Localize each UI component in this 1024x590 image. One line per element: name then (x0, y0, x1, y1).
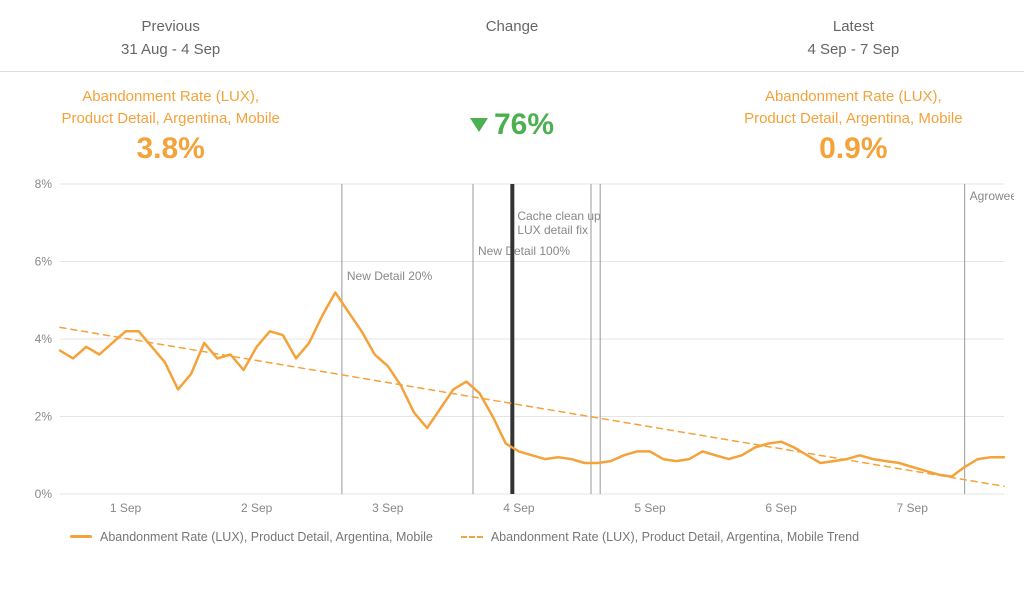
legend-trend-label: Abandonment Rate (LUX), Product Detail, … (491, 530, 859, 544)
legend-swatch-solid (70, 535, 92, 538)
metric-change-value: 76% (494, 108, 554, 142)
svg-text:8%: 8% (35, 177, 53, 191)
metric-previous-label2: Product Detail, Argentina, Mobile (0, 108, 341, 130)
metric-previous-value: 3.8% (0, 132, 341, 166)
header-previous-range: 31 Aug - 4 Sep (0, 39, 341, 62)
svg-text:5 Sep: 5 Sep (634, 501, 666, 515)
legend-series: Abandonment Rate (LUX), Product Detail, … (70, 530, 433, 544)
metric-latest: Abandonment Rate (LUX), Product Detail, … (683, 86, 1024, 166)
svg-text:New Detail 100%: New Detail 100% (478, 244, 570, 258)
svg-text:4 Sep: 4 Sep (503, 501, 535, 515)
chart: 0% 2% 4% 6% 8% 1 Sep 2 Sep 3 Sep 4 Sep 5 Sep 6 Sep… (10, 174, 1014, 524)
header-latest-range: 4 Sep - 7 Sep (683, 39, 1024, 62)
svg-text:7 Sep: 7 Sep (897, 501, 929, 515)
header-change-label: Change (341, 16, 682, 39)
metric-row: Abandonment Rate (LUX), Product Detail, … (0, 72, 1024, 174)
arrow-down-icon (470, 118, 488, 132)
svg-text:3 Sep: 3 Sep (372, 501, 404, 515)
svg-text:0%: 0% (35, 487, 53, 501)
svg-text:Agroweek: Agroweek (970, 189, 1014, 203)
metric-latest-label1: Abandonment Rate (LUX), (683, 86, 1024, 108)
header-latest: Latest 4 Sep - 7 Sep (683, 16, 1024, 61)
metric-latest-label2: Product Detail, Argentina, Mobile (683, 108, 1024, 130)
svg-text:New Detail 20%: New Detail 20% (347, 269, 433, 283)
metric-previous-label1: Abandonment Rate (LUX), (0, 86, 341, 108)
svg-text:Cache clean up: Cache clean up (517, 209, 601, 223)
chart-svg: 0% 2% 4% 6% 8% 1 Sep 2 Sep 3 Sep 4 Sep 5 Sep 6 Sep… (10, 174, 1014, 524)
header-row: Previous 31 Aug - 4 Sep Change Latest 4 … (0, 10, 1024, 72)
legend-trend: Abandonment Rate (LUX), Product Detail, … (461, 530, 859, 544)
legend-swatch-dashed (461, 536, 483, 538)
legend: Abandonment Rate (LUX), Product Detail, … (0, 524, 1024, 544)
svg-text:4%: 4% (35, 332, 53, 346)
metric-change: 76% (341, 86, 682, 166)
header-previous-label: Previous (0, 16, 341, 39)
svg-text:2%: 2% (35, 409, 53, 423)
svg-text:6 Sep: 6 Sep (765, 501, 797, 515)
header-previous: Previous 31 Aug - 4 Sep (0, 16, 341, 61)
metric-previous: Abandonment Rate (LUX), Product Detail, … (0, 86, 341, 166)
metric-latest-value: 0.9% (683, 132, 1024, 166)
svg-text:LUX detail fix: LUX detail fix (517, 223, 588, 237)
legend-series-label: Abandonment Rate (LUX), Product Detail, … (100, 530, 433, 544)
svg-text:1 Sep: 1 Sep (110, 501, 142, 515)
header-change: Change (341, 16, 682, 61)
header-latest-label: Latest (683, 16, 1024, 39)
svg-text:2 Sep: 2 Sep (241, 501, 273, 515)
svg-text:6%: 6% (35, 254, 53, 268)
